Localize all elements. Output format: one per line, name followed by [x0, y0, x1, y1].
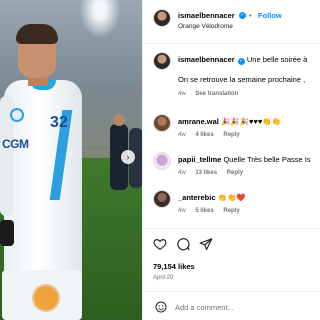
caption-avatar[interactable]: [153, 52, 171, 70]
like-button[interactable]: [153, 237, 167, 251]
reply-button[interactable]: Reply: [223, 132, 239, 138]
comment-icon: [177, 238, 190, 251]
comment-meta: 4w 5 likes Reply: [178, 208, 248, 214]
post-image[interactable]: 32 CGM ›: [0, 0, 142, 320]
follow-button[interactable]: Follow: [258, 11, 282, 20]
share-button[interactable]: [199, 237, 213, 251]
commenter-avatar[interactable]: [153, 114, 171, 132]
post-header: ismaelbennacer ✓ • Follow Orange Vélodro…: [143, 0, 320, 44]
carousel-next-button[interactable]: ›: [121, 150, 135, 164]
author-username[interactable]: ismaelbennacer: [178, 11, 235, 20]
commenter-avatar[interactable]: [153, 152, 171, 170]
commenter-avatar[interactable]: [153, 190, 171, 208]
comment-likes[interactable]: 13 likes: [195, 170, 217, 176]
see-translation-link[interactable]: See translation: [195, 91, 238, 97]
background-player-head: [113, 114, 125, 126]
reply-button[interactable]: Reply: [227, 170, 243, 176]
comment-age: 4w: [178, 170, 186, 176]
caption-text: Une belle soirée à: [246, 55, 308, 64]
reply-button[interactable]: Reply: [223, 208, 239, 214]
verified-badge-icon: ✓: [239, 11, 246, 19]
jersey-number: 32: [50, 114, 68, 131]
separator-dot: •: [249, 11, 252, 20]
caption-username[interactable]: ismaelbennacer: [178, 55, 235, 64]
caption-age: 4w: [178, 91, 186, 97]
post-side-panel: ismaelbennacer ✓ • Follow Orange Vélodro…: [142, 0, 320, 320]
caption-text-line2: On se retrouve la semaine prochaine ,: [178, 75, 306, 84]
chevron-right-icon: ›: [126, 151, 130, 162]
comment-meta: 4w 4 likes Reply: [178, 132, 248, 138]
comment-text: 🎉🎉🎉♥♥♥👏👏: [220, 117, 282, 126]
commenter-username[interactable]: amrane.wal: [178, 117, 219, 126]
add-comment-input[interactable]: [175, 300, 315, 314]
comment-line: _anterebic 👏👏❤️: [178, 193, 246, 202]
shorts-logo: [32, 284, 60, 312]
jersey-sponsor: CGM: [2, 137, 29, 151]
post-actions: 79,154 likes April 20: [143, 228, 320, 320]
commenter-username[interactable]: papii_tellme: [178, 155, 221, 164]
emoji-icon[interactable]: [155, 301, 167, 313]
caption-line: ismaelbennacer ✓ Une belle soirée à: [178, 55, 307, 65]
comment-text: Quelle Très belle Passe Is: [223, 155, 311, 164]
verified-badge-icon: ✓: [237, 58, 245, 65]
comment-meta: 4w 13 likes Reply: [178, 170, 251, 176]
comment-age: 4w: [178, 132, 186, 138]
club-crest: [10, 108, 24, 122]
comment-age: 4w: [178, 208, 186, 214]
commenter-username[interactable]: _anterebic: [178, 193, 216, 202]
player-hair: [16, 24, 58, 44]
author-avatar[interactable]: [153, 9, 171, 27]
comment-line: papii_tellme Quelle Très belle Passe Is: [178, 155, 311, 164]
heart-icon: [153, 239, 167, 250]
comment-button[interactable]: [176, 237, 190, 251]
caption-meta: 4w See translation: [178, 91, 246, 97]
share-icon: [199, 238, 213, 251]
player-glove: [0, 220, 14, 246]
comment-line: amrane.wal 🎉🎉🎉♥♥♥👏👏: [178, 117, 281, 126]
comment-text: 👏👏❤️: [217, 193, 246, 202]
post-location[interactable]: Orange Vélodrome: [178, 23, 233, 30]
comment-likes[interactable]: 4 likes: [195, 132, 213, 138]
post-date: April 20: [153, 275, 174, 281]
likes-count[interactable]: 79,154 likes: [153, 262, 195, 271]
add-comment-bar: [143, 291, 320, 320]
comment-likes[interactable]: 5 likes: [195, 208, 213, 214]
